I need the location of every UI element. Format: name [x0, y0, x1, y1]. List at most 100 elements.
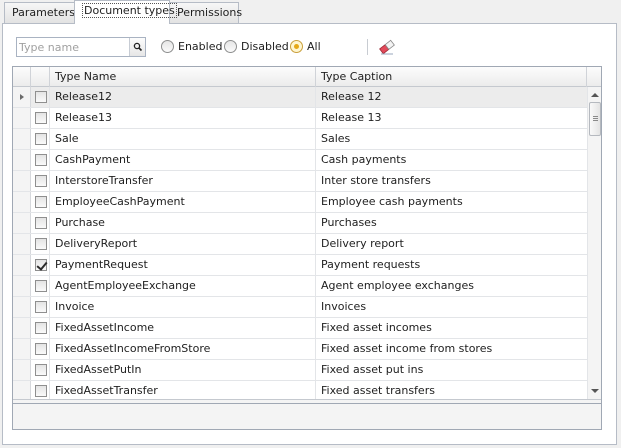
- type-caption-cell[interactable]: Purchases: [316, 213, 587, 233]
- row-checkbox[interactable]: [35, 322, 47, 334]
- type-caption-cell[interactable]: Agent employee exchanges: [316, 276, 587, 296]
- type-name-cell[interactable]: AgentEmployeeExchange: [50, 276, 316, 296]
- table-row[interactable]: CashPayment Cash payments: [13, 150, 587, 171]
- type-name-cell[interactable]: DeliveryReport: [50, 234, 316, 254]
- tab-document-types[interactable]: Document types: [74, 0, 177, 24]
- row-indicator[interactable]: [13, 297, 31, 317]
- header-check-cell[interactable]: [31, 67, 50, 87]
- grip-line: [593, 118, 598, 119]
- table-row[interactable]: DeliveryReport Delivery report: [13, 234, 587, 255]
- table-row[interactable]: FixedAssetIncomeFromStore Fixed asset inc…: [13, 339, 587, 360]
- row-checkbox[interactable]: [35, 217, 47, 229]
- type-name-cell[interactable]: Release13: [50, 108, 316, 128]
- type-name-cell[interactable]: Purchase: [50, 213, 316, 233]
- scroll-up-arrow-icon[interactable]: [591, 93, 599, 97]
- type-caption-cell[interactable]: Delivery report: [316, 234, 587, 254]
- type-caption-cell[interactable]: Fixed asset incomes: [316, 318, 587, 338]
- row-checkbox[interactable]: [35, 364, 47, 376]
- tab-parameters[interactable]: Parameters: [4, 2, 75, 23]
- table-row[interactable]: Release12 Release 12: [13, 87, 587, 108]
- type-name-cell[interactable]: CashPayment: [50, 150, 316, 170]
- row-indicator[interactable]: [13, 339, 31, 359]
- type-name-cell[interactable]: Release12: [50, 87, 316, 107]
- row-checkbox[interactable]: [35, 259, 47, 271]
- grid-header: Type Name Type Caption: [13, 67, 601, 87]
- type-caption-cell[interactable]: Invoices: [316, 297, 587, 317]
- type-caption-cell[interactable]: Employee cash payments: [316, 192, 587, 212]
- row-checkbox[interactable]: [35, 133, 47, 145]
- table-row[interactable]: Invoice Invoices: [13, 297, 587, 318]
- row-indicator[interactable]: [13, 129, 31, 149]
- disabled-radio[interactable]: [224, 40, 237, 53]
- table-row[interactable]: PaymentRequest Payment requests: [13, 255, 587, 276]
- row-indicator[interactable]: [13, 318, 31, 338]
- table-row[interactable]: Sale Sales: [13, 129, 587, 150]
- type-caption-cell[interactable]: Inter store transfers: [316, 171, 587, 191]
- row-checkbox[interactable]: [35, 175, 47, 187]
- table-row[interactable]: FixedAssetPutIn Fixed asset put ins: [13, 360, 587, 381]
- clear-filter-button[interactable]: [378, 39, 396, 55]
- type-name-cell[interactable]: Invoice: [50, 297, 316, 317]
- table-row[interactable]: Purchase Purchases: [13, 213, 587, 234]
- row-indicator[interactable]: [13, 381, 31, 401]
- type-caption-cell[interactable]: Cash payments: [316, 150, 587, 170]
- row-checkbox[interactable]: [35, 385, 47, 397]
- row-indicator[interactable]: [13, 360, 31, 380]
- type-caption-cell[interactable]: Release 12: [316, 87, 587, 107]
- search-icon: [133, 42, 143, 52]
- all-radio[interactable]: [290, 40, 303, 53]
- row-indicator[interactable]: [13, 255, 31, 275]
- type-name-cell[interactable]: InterstoreTransfer: [50, 171, 316, 191]
- type-name-cell[interactable]: EmployeeCashPayment: [50, 192, 316, 212]
- table-row[interactable]: Release13 Release 13: [13, 108, 587, 129]
- table-row[interactable]: InterstoreTransfer Inter store transfers: [13, 171, 587, 192]
- type-caption-cell[interactable]: Sales: [316, 129, 587, 149]
- row-check-cell: [31, 297, 50, 317]
- enabled-radio[interactable]: [161, 40, 174, 53]
- scroll-thumb[interactable]: [589, 102, 601, 136]
- row-indicator[interactable]: [13, 108, 31, 128]
- column-header-type-caption[interactable]: Type Caption: [316, 67, 587, 87]
- filter-all-option[interactable]: All: [290, 39, 330, 55]
- row-checkbox[interactable]: [35, 112, 47, 124]
- table-row[interactable]: EmployeeCashPayment Employee cash payment…: [13, 192, 587, 213]
- row-checkbox[interactable]: [35, 301, 47, 313]
- filter-disabled-option[interactable]: Disabled: [224, 39, 289, 55]
- document-types-grid: Type Name Type Caption Release12 Release …: [12, 66, 602, 404]
- type-caption-cell[interactable]: Fixed asset transfers: [316, 381, 587, 401]
- row-indicator[interactable]: [13, 150, 31, 170]
- row-indicator[interactable]: [13, 213, 31, 233]
- row-checkbox[interactable]: [35, 280, 47, 292]
- type-name-cell[interactable]: PaymentRequest: [50, 255, 316, 275]
- scroll-down-arrow-icon[interactable]: [591, 389, 599, 393]
- row-indicator[interactable]: [13, 192, 31, 212]
- search-button[interactable]: [129, 38, 145, 56]
- type-name-cell[interactable]: FixedAssetIncome: [50, 318, 316, 338]
- row-check-cell: [31, 108, 50, 128]
- row-indicator[interactable]: [13, 87, 31, 107]
- type-name-cell[interactable]: FixedAssetPutIn: [50, 360, 316, 380]
- row-checkbox[interactable]: [35, 154, 47, 166]
- type-name-cell[interactable]: FixedAssetTransfer: [50, 381, 316, 401]
- type-name-search-input[interactable]: [19, 39, 127, 55]
- row-indicator[interactable]: [13, 171, 31, 191]
- table-row[interactable]: FixedAssetIncome Fixed asset incomes: [13, 318, 587, 339]
- type-name-cell[interactable]: Sale: [50, 129, 316, 149]
- tab-permissions[interactable]: Permissions: [169, 2, 242, 23]
- row-checkbox[interactable]: [35, 196, 47, 208]
- table-row[interactable]: AgentEmployeeExchange Agent employee exch…: [13, 276, 587, 297]
- row-checkbox[interactable]: [35, 238, 47, 250]
- type-name-cell[interactable]: FixedAssetIncomeFromStore: [50, 339, 316, 359]
- type-caption-cell[interactable]: Fixed asset income from stores: [316, 339, 587, 359]
- row-indicator[interactable]: [13, 276, 31, 296]
- row-indicator[interactable]: [13, 234, 31, 254]
- type-caption-cell[interactable]: Release 13: [316, 108, 587, 128]
- row-checkbox[interactable]: [35, 343, 47, 355]
- filter-enabled-option[interactable]: Enabled: [161, 39, 222, 55]
- type-caption-cell[interactable]: Payment requests: [316, 255, 587, 275]
- vertical-scrollbar[interactable]: [587, 87, 601, 399]
- row-checkbox[interactable]: [35, 91, 47, 103]
- column-header-type-name[interactable]: Type Name: [50, 67, 316, 87]
- type-caption-cell[interactable]: Fixed asset put ins: [316, 360, 587, 380]
- grip-line: [593, 120, 598, 121]
